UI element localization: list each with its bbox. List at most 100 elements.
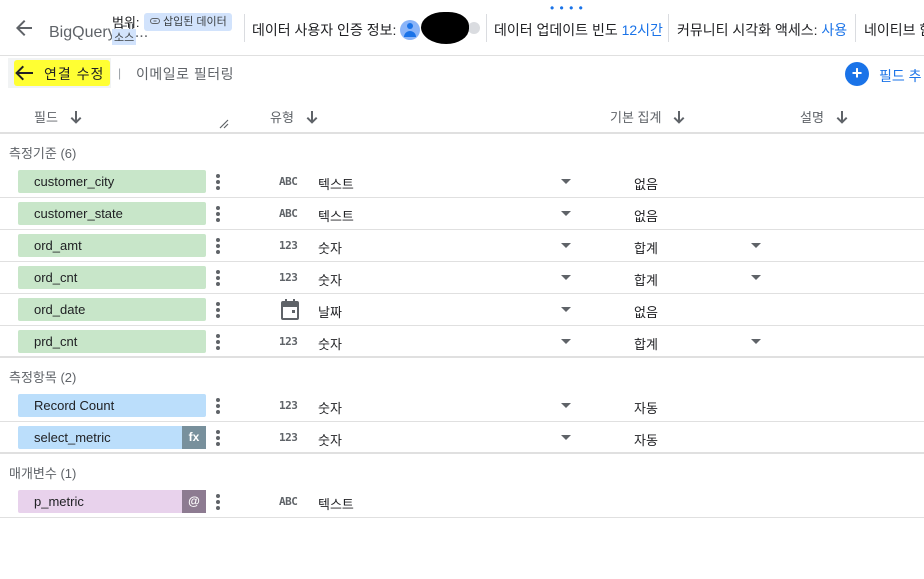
- embedded-data-source-chip: 삽입된 데이터: [144, 13, 232, 31]
- column-header-label: 기본 집계: [610, 110, 662, 125]
- field-name: prd_cnt: [34, 334, 78, 349]
- dropdown-arrow-icon[interactable]: [561, 307, 571, 312]
- column-header-label: 설명: [800, 110, 824, 125]
- dropdown-arrow-icon[interactable]: [561, 243, 571, 248]
- column-header-field[interactable]: 필드: [34, 107, 82, 126]
- editor-toolbar: 연결 수정 | 이메일로 필터링 + 필드 추: [0, 56, 924, 94]
- arrow-down-icon: [836, 111, 848, 124]
- field-name: ord_amt: [34, 238, 82, 253]
- native-function-label[interactable]: 네이티브 함: [864, 20, 924, 40]
- freshness-label: 데이터 업데이트 빈도: [494, 22, 618, 38]
- more-vert-icon[interactable]: [212, 172, 224, 192]
- type-select[interactable]: 날짜: [318, 302, 342, 321]
- dropdown-arrow-icon[interactable]: [561, 211, 571, 216]
- field-chip[interactable]: p_metric @: [18, 490, 206, 513]
- scope-indicator: 범위: 삽입된 데이터 소스: [112, 12, 242, 46]
- field-chip[interactable]: customer_state: [18, 202, 206, 225]
- header-divider: [486, 14, 487, 42]
- column-header-default-agg[interactable]: 기본 집계: [610, 107, 685, 126]
- table-row: ord_date 날짜 없음: [0, 294, 924, 326]
- field-name: customer_city: [34, 174, 115, 189]
- field-chip[interactable]: ord_amt: [18, 234, 206, 257]
- more-vert-icon[interactable]: [212, 428, 224, 448]
- type-select[interactable]: 텍스트: [318, 206, 354, 225]
- dropdown-arrow-icon[interactable]: [561, 179, 571, 184]
- community-viz-label: 커뮤니티 시각화 액세스:: [677, 22, 818, 38]
- dropdown-arrow-icon[interactable]: [751, 243, 761, 248]
- table-row: ord_amt 123 숫자 합계: [0, 230, 924, 262]
- section-title-parameters: 매개변수 (1): [9, 466, 77, 481]
- type-select[interactable]: 숫자: [318, 430, 342, 449]
- column-header-description[interactable]: 설명: [800, 107, 848, 126]
- agg-select[interactable]: 합계: [634, 334, 658, 353]
- number-type-icon: 123: [279, 431, 298, 444]
- more-vert-icon[interactable]: [212, 204, 224, 224]
- table-row: ord_cnt 123 숫자 합계: [0, 262, 924, 294]
- field-name: ord_date: [34, 302, 86, 317]
- table-row: customer_city ABC 텍스트 없음: [0, 166, 924, 198]
- number-type-icon: 123: [279, 239, 298, 252]
- community-viz-value-link[interactable]: 사용: [821, 22, 847, 38]
- agg-value: 자동: [634, 401, 658, 416]
- field-name: ord_cnt: [34, 270, 78, 285]
- type-select[interactable]: 숫자: [318, 398, 342, 417]
- table-row: Record Count 123 숫자 자동: [0, 390, 924, 422]
- field-table-header: 필드 유형 기본 집계 설명: [0, 94, 924, 134]
- more-vert-icon[interactable]: [212, 268, 224, 288]
- dropdown-arrow-icon[interactable]: [561, 435, 571, 440]
- toolbar-divider: |: [118, 66, 122, 80]
- more-vert-icon[interactable]: [212, 236, 224, 256]
- column-header-label: 필드: [34, 110, 58, 125]
- number-type-icon: 123: [279, 399, 298, 412]
- field-chip[interactable]: customer_city: [18, 170, 206, 193]
- back-arrow-icon[interactable]: [12, 16, 36, 40]
- agg-select[interactable]: 합계: [634, 238, 658, 257]
- resize-handle-icon[interactable]: [219, 119, 229, 129]
- header-divider: [855, 14, 856, 42]
- agg-value: 자동: [634, 433, 658, 448]
- agg-select[interactable]: 합계: [634, 270, 658, 289]
- dropdown-arrow-icon[interactable]: [751, 275, 761, 280]
- agg-value: 없음: [634, 177, 658, 192]
- credentials-toggle[interactable]: [468, 22, 480, 34]
- text-type-icon: ABC: [279, 207, 298, 220]
- freshness-value-link[interactable]: 12시간: [622, 22, 663, 38]
- email-filter-button[interactable]: 이메일로 필터링: [136, 64, 234, 84]
- type-select[interactable]: 텍스트: [318, 174, 354, 193]
- agg-value: 없음: [634, 209, 658, 224]
- type-select[interactable]: 숫자: [318, 270, 342, 289]
- credentials-label: 데이터 사용자 인증 정보:: [252, 22, 397, 38]
- parameter-icon: @: [182, 490, 206, 513]
- field-chip[interactable]: prd_cnt: [18, 330, 206, 353]
- field-chip[interactable]: select_metric fx: [18, 426, 206, 449]
- avatar: [400, 20, 421, 40]
- number-type-icon: 123: [279, 335, 298, 348]
- text-type-icon: ABC: [279, 495, 298, 508]
- more-vert-icon[interactable]: [212, 492, 224, 512]
- edit-connection-button[interactable]: 연결 수정: [8, 58, 111, 88]
- number-type-icon: 123: [279, 271, 298, 284]
- type-select[interactable]: 숫자: [318, 334, 342, 353]
- credentials-setting[interactable]: 데이터 사용자 인증 정보:: [252, 20, 421, 40]
- field-chip[interactable]: Record Count: [18, 394, 206, 417]
- field-chip[interactable]: ord_date: [18, 298, 206, 321]
- arrow-down-icon: [674, 111, 685, 124]
- dropdown-arrow-icon[interactable]: [561, 339, 571, 344]
- more-vert-icon[interactable]: [212, 332, 224, 352]
- freshness-setting: 데이터 업데이트 빈도 12시간: [494, 20, 663, 40]
- more-vert-icon[interactable]: [212, 300, 224, 320]
- text-type-icon: ABC: [279, 175, 298, 188]
- column-header-type[interactable]: 유형: [270, 107, 318, 126]
- type-select[interactable]: 숫자: [318, 238, 342, 257]
- dropdown-arrow-icon[interactable]: [561, 275, 571, 280]
- calendar-icon: [281, 299, 299, 320]
- drag-handle-icon[interactable]: • • • •: [550, 2, 584, 14]
- dropdown-arrow-icon[interactable]: [751, 339, 761, 344]
- table-row: prd_cnt 123 숫자 합계: [0, 326, 924, 358]
- agg-value: 없음: [634, 305, 658, 320]
- more-vert-icon[interactable]: [212, 396, 224, 416]
- header-divider: [668, 14, 669, 42]
- field-chip[interactable]: ord_cnt: [18, 266, 206, 289]
- dropdown-arrow-icon[interactable]: [561, 403, 571, 408]
- field-name: customer_state: [34, 206, 123, 221]
